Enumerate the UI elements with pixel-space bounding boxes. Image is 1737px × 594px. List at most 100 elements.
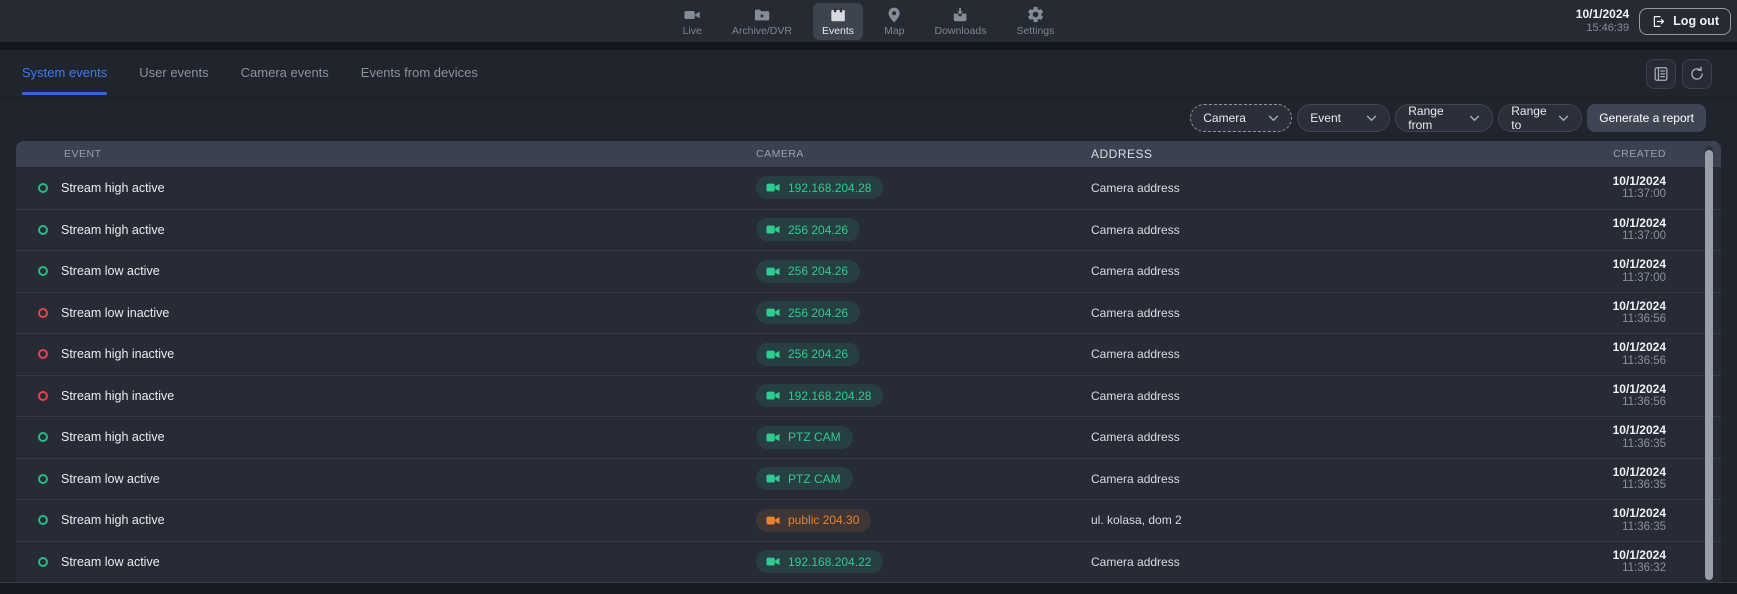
address-cell: Camera address	[1091, 306, 1531, 320]
tab-system-events[interactable]: System events	[22, 65, 107, 95]
report-icon	[1652, 65, 1670, 83]
camera-name: PTZ CAM	[788, 472, 841, 486]
main-nav: Live Archive/DVR Events Map Downloads Setting…	[674, 0, 1064, 42]
table-row[interactable]: Stream high activepublic 204.30ul. kolas…	[16, 499, 1721, 541]
nav-item-events[interactable]: Events	[813, 3, 863, 40]
chevron-down-icon	[1268, 115, 1279, 122]
created-time: 11:36:35	[1531, 521, 1666, 535]
created-cell: 10/1/202411:37:00	[1531, 257, 1721, 285]
logout-label: Log out	[1673, 14, 1719, 28]
tab-events-from-devices[interactable]: Events from devices	[361, 65, 478, 95]
nav-item-label: Live	[683, 25, 702, 37]
camera-badge[interactable]: 256 204.26	[756, 218, 860, 241]
event-label: Stream high inactive	[61, 347, 174, 361]
created-cell: 10/1/202411:36:56	[1531, 382, 1721, 410]
active-status-icon	[38, 183, 48, 193]
address-cell: Camera address	[1091, 347, 1531, 361]
camera-icon	[766, 473, 780, 484]
camera-badge[interactable]: 256 204.26	[756, 343, 860, 366]
inactive-status-icon	[38, 391, 48, 401]
address-cell: Camera address	[1091, 264, 1531, 278]
event-label: Stream high active	[61, 223, 165, 237]
refresh-button[interactable]	[1682, 59, 1712, 89]
nav-item-settings[interactable]: Settings	[1007, 2, 1063, 40]
event-cell: Stream low active	[16, 472, 756, 486]
camera-badge[interactable]: 256 204.26	[756, 301, 860, 324]
nav-item-downloads[interactable]: Downloads	[926, 3, 996, 40]
created-time: 11:36:56	[1531, 396, 1666, 410]
table-row[interactable]: Stream low active192.168.204.22Camera ad…	[16, 541, 1721, 583]
camera-badge[interactable]: 256 204.26	[756, 260, 860, 283]
event-cell: Stream high active	[16, 430, 756, 444]
nav-item-map[interactable]: Map	[875, 3, 913, 40]
topbar-right: 10/1/2024 15:46:39 Log out	[1576, 0, 1731, 42]
gear-icon	[1026, 5, 1045, 24]
table-row[interactable]: Stream low active256 204.26 Camera addres…	[16, 250, 1721, 292]
table-row[interactable]: Stream high active256 204.26Camera addre…	[16, 209, 1721, 251]
event-label: Stream high active	[61, 513, 165, 527]
created-cell: 10/1/202411:36:32	[1531, 548, 1721, 576]
nav-item-label: Downloads	[935, 25, 987, 37]
tab-actions	[1646, 59, 1712, 89]
nav-item-label: Settings	[1016, 25, 1054, 37]
nav-item-archive-dvr[interactable]: Archive/DVR	[723, 3, 801, 40]
table-row[interactable]: Stream low active PTZ CAM Camera address10…	[16, 458, 1721, 500]
table-row[interactable]: Stream high activePTZ CAMCamera address1…	[16, 416, 1721, 458]
camera-cell: 256 204.26	[756, 343, 1091, 366]
report-button[interactable]	[1646, 59, 1676, 89]
camera-badge[interactable]: public 204.30	[756, 509, 871, 532]
tab-bar: System events User events Camera events Eve…	[0, 50, 1737, 95]
camera-badge[interactable]: 192.168.204.28	[756, 384, 883, 407]
created-date: 10/1/2024	[1531, 465, 1666, 479]
table-row[interactable]: Stream high active192.168.204.28Camera a…	[16, 167, 1721, 209]
created-time: 11:37:00	[1531, 188, 1666, 202]
event-cell: Stream high active	[16, 513, 756, 527]
created-cell: 10/1/202411:37:00	[1531, 216, 1721, 244]
event-label: Stream low active	[61, 555, 160, 569]
nav-item-live[interactable]: Live	[674, 3, 711, 40]
table-row[interactable]: Stream high inactive192.168.204.28Camera…	[16, 375, 1721, 417]
camera-icon	[766, 349, 780, 360]
tab-user-events[interactable]: User events	[139, 65, 208, 95]
active-status-icon	[38, 225, 48, 235]
camera-badge[interactable]: PTZ CAM	[756, 426, 853, 449]
camera-cell: 192.168.204.22	[756, 550, 1091, 573]
nav-item-label: Map	[884, 25, 904, 37]
camera-badge[interactable]: 192.168.204.22	[756, 550, 883, 573]
logout-button[interactable]: Log out	[1639, 8, 1731, 35]
camera-badge[interactable]: PTZ CAM	[756, 467, 853, 490]
filter-dropdown-range-from[interactable]: Range from	[1395, 104, 1493, 132]
created-cell: 10/1/202411:36:56	[1531, 340, 1721, 368]
created-date: 10/1/2024	[1531, 423, 1666, 437]
camera-badge[interactable]: 192.168.204.28	[756, 176, 883, 199]
filter-dropdown-camera[interactable]: Camera	[1190, 104, 1292, 132]
created-date: 10/1/2024	[1531, 299, 1666, 313]
filter-dropdown-event[interactable]: Event	[1297, 104, 1390, 132]
content: System events User events Camera events Eve…	[0, 50, 1737, 582]
address-cell: Camera address	[1091, 472, 1531, 486]
table-row[interactable]: Stream low inactive 256 204.26 Camera addr…	[16, 292, 1721, 334]
camera-name: public 204.30	[788, 513, 859, 527]
created-time: 11:37:00	[1531, 272, 1666, 286]
event-cell: Stream low active	[16, 264, 756, 278]
active-status-icon	[38, 515, 48, 525]
event-label: Stream low inactive	[61, 306, 169, 320]
camera-name: 192.168.204.22	[788, 555, 871, 569]
table-row[interactable]: Stream high inactive 256 204.26 Camera add…	[16, 333, 1721, 375]
camera-cell: 256 204.26	[756, 218, 1091, 241]
filter-dropdown-range-to[interactable]: Range to	[1498, 104, 1582, 132]
created-cell: 10/1/202411:36:35	[1531, 465, 1721, 493]
camera-icon	[766, 224, 780, 235]
tab-camera-events[interactable]: Camera events	[241, 65, 329, 95]
camera-cell: 256 204.26	[756, 260, 1091, 283]
camera-name: PTZ CAM	[788, 430, 841, 444]
table-body: Stream high active192.168.204.28Camera a…	[16, 167, 1721, 582]
nav-item-label: Events	[822, 25, 854, 37]
scrollbar-thumb[interactable]	[1705, 150, 1713, 580]
event-cell: Stream high active	[16, 181, 756, 195]
filter-label: Camera	[1203, 111, 1246, 125]
created-date: 10/1/2024	[1531, 174, 1666, 188]
generate-report-button[interactable]: Generate a report	[1587, 104, 1706, 132]
filter-label: Event	[1310, 111, 1341, 125]
created-date: 10/1/2024	[1531, 382, 1666, 396]
